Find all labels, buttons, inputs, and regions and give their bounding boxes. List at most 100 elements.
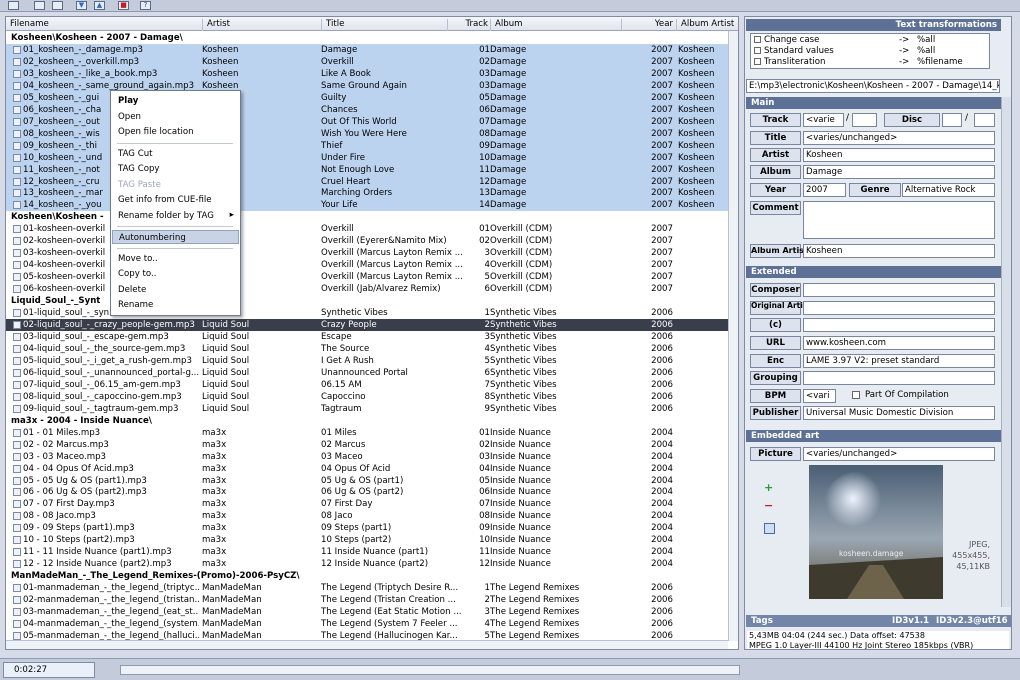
col-artist[interactable]: Artist	[202, 19, 230, 31]
audio-file-icon	[13, 548, 21, 557]
file-row[interactable]: 07 - 07 First Day.mp3 ma3x 07 First Day 07 I…	[6, 498, 728, 510]
file-row[interactable]: 06-liquid_soul_-_unannounced_portal-g...…	[6, 367, 728, 379]
album-artist-field[interactable]: Kosheen	[803, 244, 995, 258]
compilation-checkbox[interactable]	[852, 391, 860, 399]
col-track[interactable]: Track	[447, 19, 491, 31]
transform-checkbox[interactable]	[754, 47, 761, 54]
file-row[interactable]: 04-manmademan_-_the_legend_(system... Man…	[6, 618, 728, 630]
publisher-field[interactable]: Universal Music Domestic Division	[803, 406, 995, 420]
file-row[interactable]: 05-liquid_soul_-_i_get_a_rush-gem.mp3 Liq…	[6, 355, 728, 367]
comment-field[interactable]	[803, 201, 995, 239]
file-row[interactable]: 02-liquid_soul_-_crazy_people-gem.mp3 Liq…	[6, 319, 728, 332]
transform-checkbox[interactable]	[754, 58, 761, 65]
file-row[interactable]: 07-liquid_soul_-_06.15_am-gem.mp3 Liquid …	[6, 379, 728, 391]
help-icon[interactable]: ?	[140, 1, 151, 10]
cell-album: Synthetic Vibes	[490, 403, 557, 414]
panel-scrollbar[interactable]	[1001, 97, 1011, 607]
remove-picture-icon[interactable]: −	[764, 500, 775, 511]
menu-item-copy-to[interactable]: Copy to..	[112, 267, 239, 281]
group-row[interactable]: ManMadeMan_-_The_Legend_Remixes-(Promo)-…	[6, 570, 728, 582]
settings-icon[interactable]: ■	[118, 1, 129, 10]
file-row[interactable]: 03-liquid_soul_-_escape-gem.mp3 Liquid So…	[6, 331, 728, 343]
file-row[interactable]: 02 - 02 Marcus.mp3 ma3x 02 Marcus 02 Inside …	[6, 439, 728, 451]
arrow-up-icon[interactable]: ▲	[94, 1, 105, 10]
menu-item-open-file-location[interactable]: Open file location	[112, 125, 239, 139]
file-row[interactable]: 04 - 04 Opus Of Acid.mp3 ma3x 04 Opus Of A…	[6, 463, 728, 475]
position-slider[interactable]	[120, 665, 740, 675]
transform-item[interactable]: Change case -> %all	[754, 35, 986, 46]
track-total-field[interactable]	[852, 113, 877, 127]
cell-title: Overkill	[321, 56, 354, 67]
album-field[interactable]: Damage	[803, 165, 995, 179]
cell-track: 01	[479, 44, 490, 55]
col-year[interactable]: Year	[621, 19, 676, 31]
horizontal-scrollbar[interactable]	[6, 640, 728, 649]
menu-item-get-info-from-cue-file[interactable]: Get info from CUE-file	[112, 193, 239, 207]
url-field[interactable]: www.kosheen.com	[803, 336, 995, 350]
file-row[interactable]: 04-liquid_soul_-_the_source-gem.mp3 Liqui…	[6, 343, 728, 355]
file-row[interactable]: 02-manmademan_-_the_legend_(tristan... Ma…	[6, 594, 728, 606]
menu-item-rename-folder-by-tag[interactable]: Rename folder by TAG	[112, 209, 239, 223]
col-filename[interactable]: Filename	[6, 19, 49, 31]
file-row[interactable]: 05 - 05 Ug & OS (part1).mp3 ma3x 05 Ug & O…	[6, 475, 728, 487]
col-album[interactable]: Album	[490, 19, 523, 31]
menu-item-open[interactable]: Open	[112, 110, 239, 124]
transform-item[interactable]: Transliteration -> %filename	[754, 57, 986, 68]
file-row[interactable]: 08 - 08 Jaco.mp3 ma3x 08 Jaco 08 Inside Nuan…	[6, 510, 728, 522]
menu-item-delete[interactable]: Delete	[112, 283, 239, 297]
copyright-field[interactable]	[803, 318, 995, 332]
file-row[interactable]: 02_kosheen_-_overkill.mp3 Kosheen Overkill…	[6, 55, 728, 68]
group-row[interactable]: ma3x - 2004 - Inside Nuance\	[6, 415, 728, 427]
file-row[interactable]: 01-manmademan_-_the_legend_(triptyc... Ma…	[6, 582, 728, 594]
grouping-field[interactable]	[803, 371, 995, 385]
artist-field[interactable]: Kosheen	[803, 148, 995, 162]
group-row[interactable]: Kosheen\Kosheen - 2007 - Damage\	[6, 32, 728, 44]
file-row[interactable]: 09 - 09 Steps (part1).mp3 ma3x 09 Steps (p…	[6, 522, 728, 534]
file-row[interactable]: 11 - 11 Inside Nuance (part1).mp3 ma3x 11 …	[6, 546, 728, 558]
menu-item-tag-cut[interactable]: TAG Cut	[112, 147, 239, 161]
bpm-field[interactable]: <vari	[803, 389, 836, 403]
file-icon[interactable]	[8, 1, 19, 10]
file-row[interactable]: 12 - 12 Inside Nuance (part2).mp3 ma3x 12 …	[6, 558, 728, 570]
col-album-artist[interactable]: Album Artist	[676, 19, 734, 31]
save-picture-icon[interactable]	[764, 523, 775, 534]
path-field[interactable]: E:\mp3\electronic\Kosheen\Kosheen - 2007…	[746, 79, 1000, 93]
composer-field[interactable]	[803, 283, 995, 297]
file-row[interactable]: 03_kosheen_-_like_a_book.mp3 Kosheen Like …	[6, 67, 728, 80]
track-field[interactable]: <varie	[803, 113, 844, 127]
file-row[interactable]: 03 - 03 Maceo.mp3 ma3x 03 Maceo 03 Inside Nu…	[6, 451, 728, 463]
original-artist-field[interactable]	[803, 301, 995, 315]
grid-icon[interactable]	[52, 1, 63, 10]
cell-year: 2007	[651, 104, 673, 115]
file-row[interactable]: 08-liquid_soul_-_capoccino-gem.mp3 Liquid…	[6, 391, 728, 403]
disc-total-field[interactable]	[974, 113, 995, 127]
transform-item[interactable]: Standard values -> %all	[754, 46, 986, 57]
menu-item-play[interactable]: Play	[112, 94, 239, 108]
audio-file-icon	[13, 428, 21, 437]
menu-item-tag-copy[interactable]: TAG Copy	[112, 162, 239, 176]
enc-field[interactable]: LAME 3.97 V2: preset standard	[803, 354, 995, 368]
add-picture-icon[interactable]: +	[764, 482, 775, 493]
file-row[interactable]: 01_kosheen_-_damage.mp3 Kosheen Damage 01 Da…	[6, 43, 728, 56]
vertical-scrollbar[interactable]	[728, 31, 738, 641]
menu-item-move-to[interactable]: Move to..	[112, 252, 239, 266]
transform-checkbox[interactable]	[754, 36, 761, 43]
disc-field[interactable]	[942, 113, 962, 127]
audio-file-icon	[13, 392, 21, 401]
year-field[interactable]: 2007	[803, 183, 846, 197]
file-row[interactable]: 06 - 06 Ug & OS (part2).mp3 ma3x 06 Ug & O…	[6, 486, 728, 498]
arrow-down-icon[interactable]: ▼	[76, 1, 87, 10]
picture-field[interactable]: <varies/unchanged>	[803, 447, 995, 461]
file-row[interactable]: 03-manmademan_-_the_legend_(eat_st... Man…	[6, 606, 728, 618]
cell-title: Wish You Were Here	[321, 128, 407, 139]
file-row[interactable]: 09-liquid_soul_-_tagtraum-gem.mp3 Liquid …	[6, 403, 728, 415]
file-row[interactable]: 10 - 10 Steps (part2).mp3 ma3x 10 Steps (p…	[6, 534, 728, 546]
menu-item-autonumbering[interactable]: Autonumbering	[112, 230, 239, 244]
title-field[interactable]: <varies/unchanged>	[803, 131, 995, 145]
menu-item-rename[interactable]: Rename	[112, 298, 239, 312]
view-icon[interactable]	[34, 1, 45, 10]
menu-item-tag-paste[interactable]: TAG Paste	[112, 178, 239, 192]
col-title[interactable]: Title	[321, 19, 344, 31]
genre-select[interactable]: Alternative Rock	[902, 183, 995, 197]
file-row[interactable]: 01 - 01 Miles.mp3 ma3x 01 Miles 01 Inside Nu…	[6, 427, 728, 439]
